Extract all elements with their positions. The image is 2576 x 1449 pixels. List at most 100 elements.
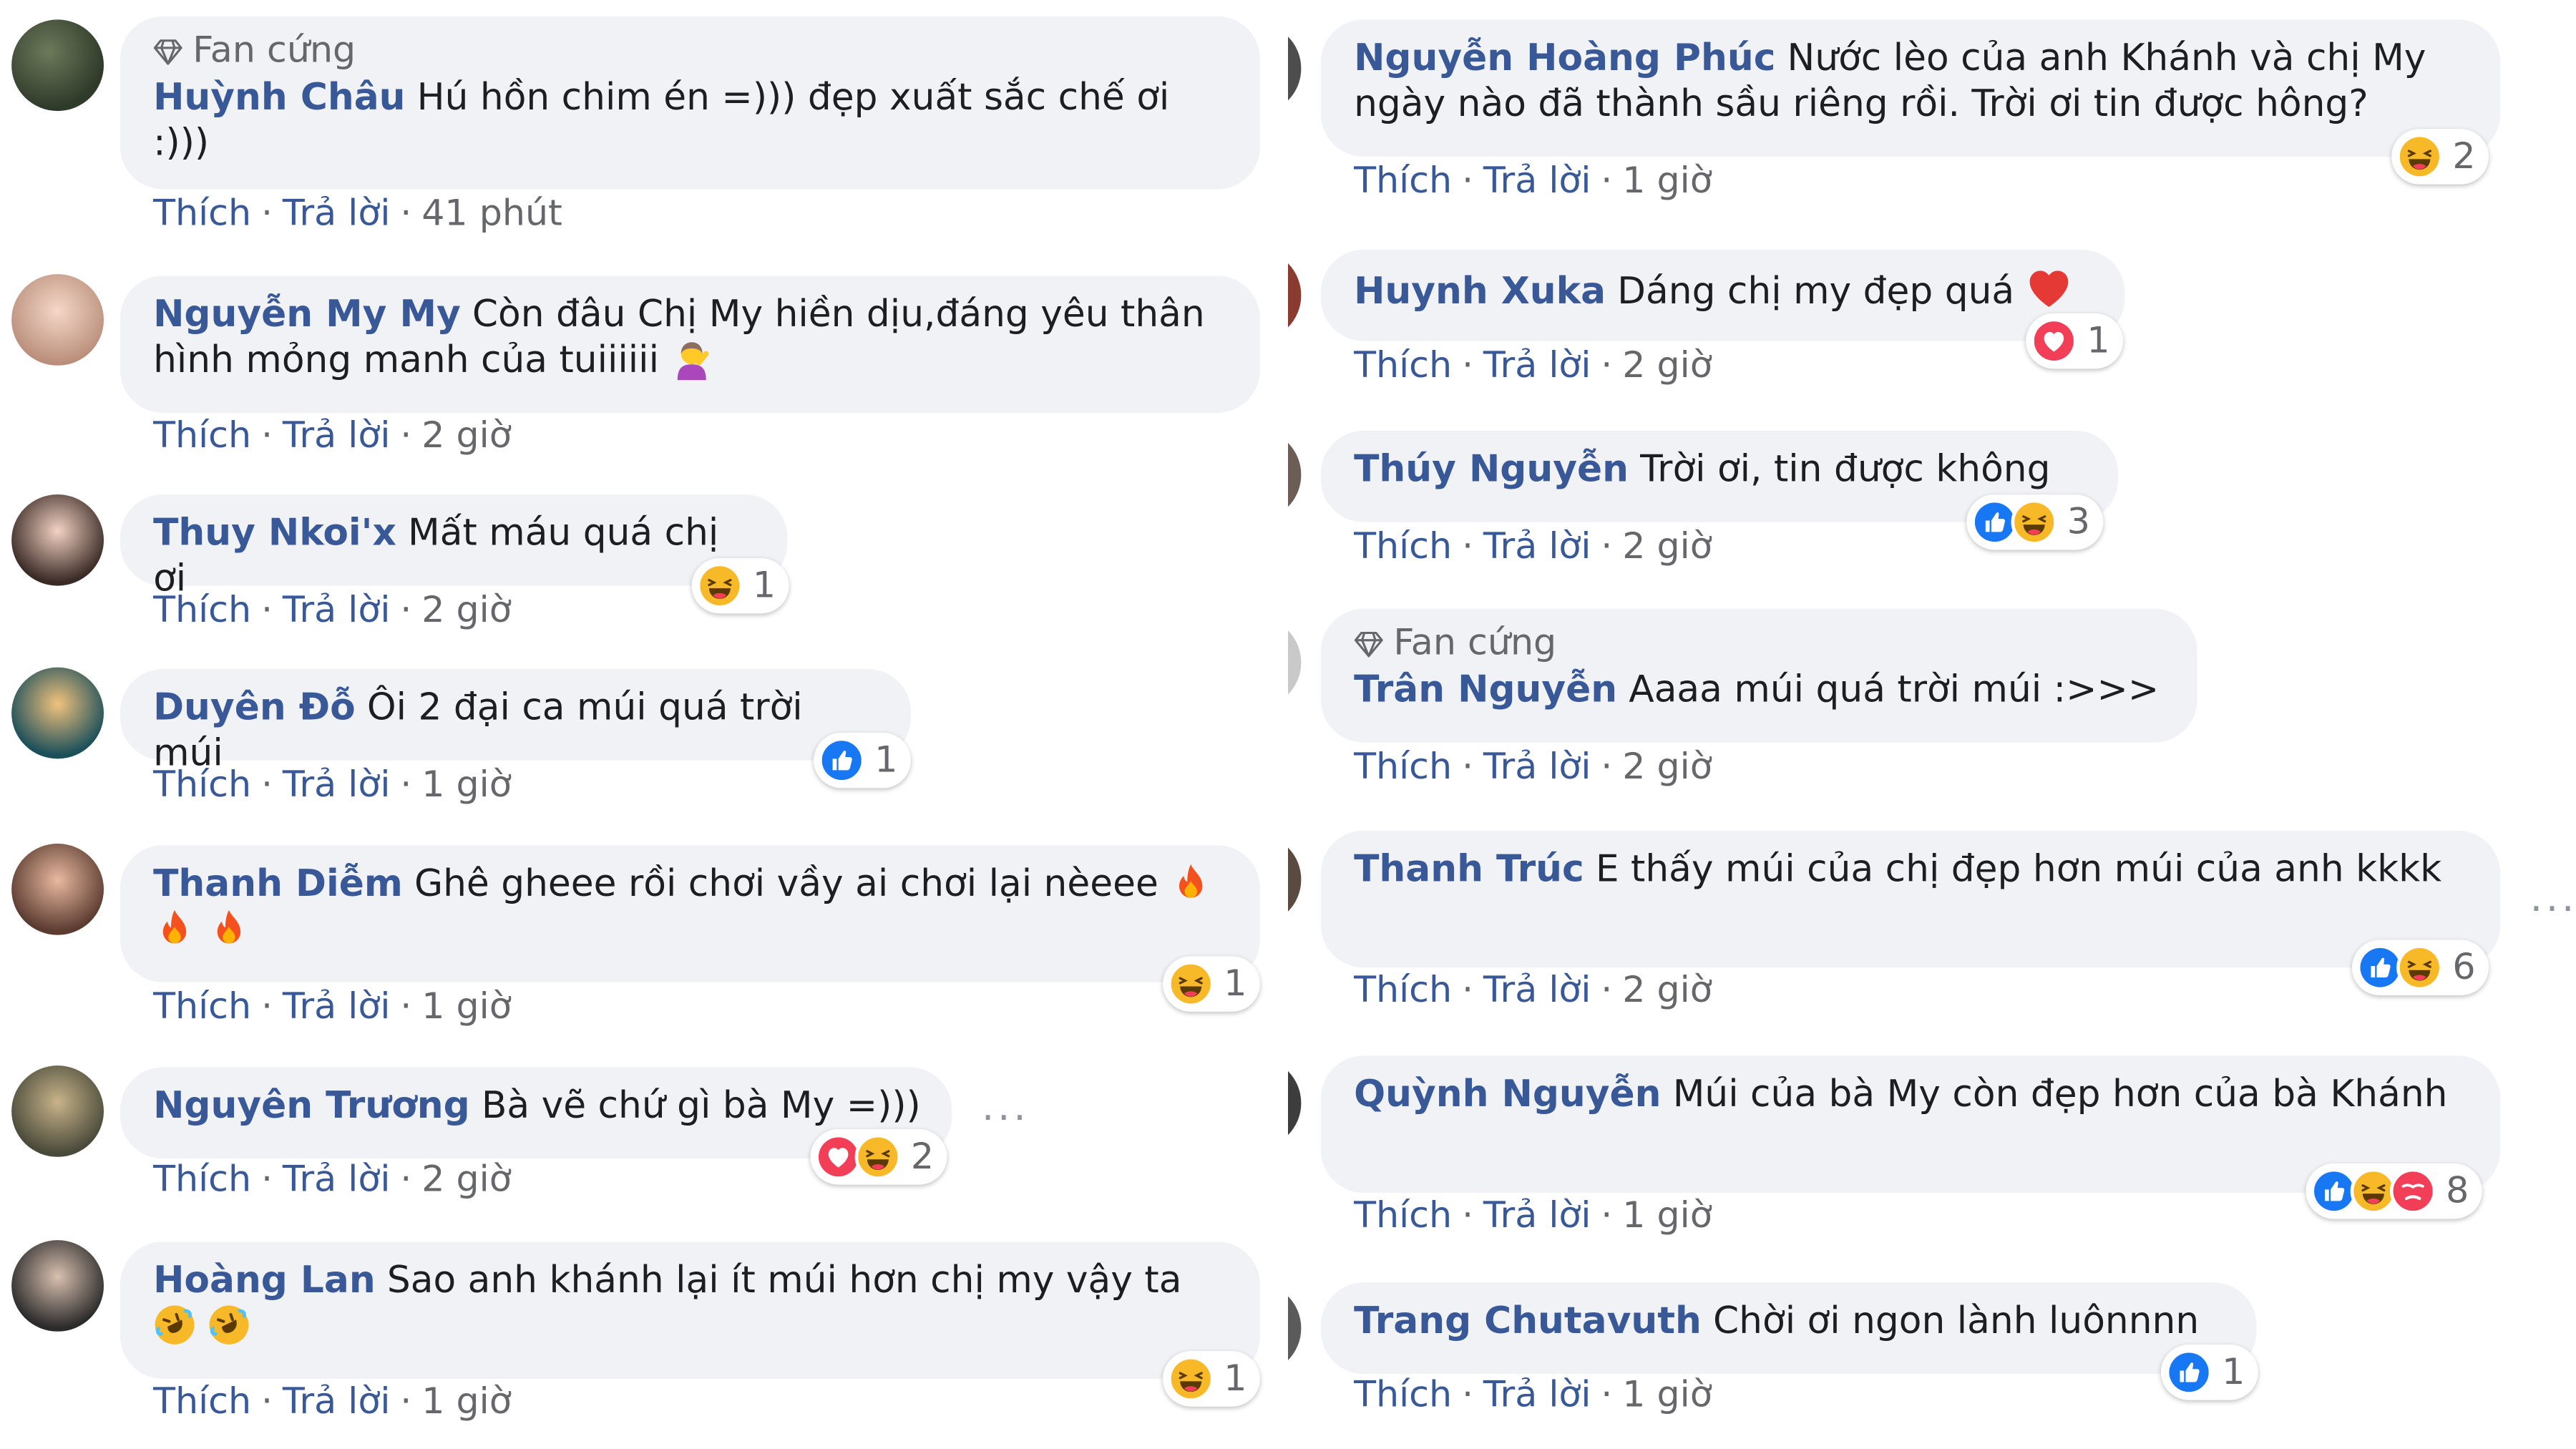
reactions-summary[interactable]: 2: [2391, 129, 2489, 185]
author-name[interactable]: Nguyễn My My: [153, 293, 461, 336]
avatar[interactable]: [1288, 1282, 1302, 1375]
reactions-summary[interactable]: 1: [2160, 1345, 2258, 1400]
comment-actions: Thích · Trả lời · 2 giờ: [153, 590, 512, 632]
reply-link[interactable]: Trả lời: [1483, 747, 1591, 788]
avatar[interactable]: [1288, 1057, 1302, 1149]
like-link[interactable]: Thích: [1354, 1375, 1452, 1416]
like-link[interactable]: Thích: [153, 416, 251, 457]
reply-link[interactable]: Trả lời: [283, 1382, 391, 1423]
timestamp[interactable]: 1 giờ: [421, 766, 512, 806]
like-link[interactable]: Thích: [1354, 346, 1452, 386]
timestamp[interactable]: 2 giờ: [1622, 971, 1712, 1012]
reply-link[interactable]: Trả lời: [283, 766, 391, 806]
avatar[interactable]: [11, 667, 104, 759]
timestamp[interactable]: 1 giờ: [421, 1382, 512, 1423]
comment-text: Sao anh khánh lại ít múi hơn chị my vậy …: [386, 1259, 1182, 1302]
reaction-count: 8: [2446, 1171, 2469, 1212]
avatar[interactable]: [11, 843, 104, 935]
avatar[interactable]: [11, 1065, 104, 1157]
reply-link[interactable]: Trả lời: [1483, 1375, 1591, 1416]
author-name[interactable]: Hoàng Lan: [153, 1259, 376, 1302]
author-name[interactable]: Quỳnh Nguyễn: [1354, 1074, 1662, 1116]
more-options-icon[interactable]: ···: [982, 1098, 1030, 1138]
comment-text: Bà vẽ chứ gì bà My =))): [481, 1085, 921, 1128]
reply-link[interactable]: Trả lời: [1483, 971, 1591, 1012]
timestamp[interactable]: 1 giờ: [1622, 1375, 1712, 1416]
timestamp[interactable]: 2 giờ: [1622, 346, 1712, 386]
author-name[interactable]: Thúy Nguyễn: [1354, 449, 1629, 491]
author-name[interactable]: Nguyễn Hoàng Phúc: [1354, 37, 1775, 79]
timestamp[interactable]: 1 giờ: [1622, 162, 1712, 203]
timestamp[interactable]: 2 giờ: [421, 1160, 512, 1201]
fan-badge: Fan cứng: [1354, 622, 2167, 668]
avatar[interactable]: [1288, 429, 1302, 521]
more-options-icon[interactable]: ···: [2530, 889, 2576, 929]
reactions-summary[interactable]: 3: [1966, 494, 2104, 550]
avatar[interactable]: [1288, 616, 1302, 708]
fire-emoji: [208, 907, 250, 950]
woman-gesturing-emoji: [670, 338, 713, 380]
author-name[interactable]: Nguyên Trương: [153, 1085, 470, 1127]
author-name[interactable]: Trang Chutavuth: [1354, 1300, 1702, 1342]
like-link[interactable]: Thích: [1354, 971, 1452, 1012]
avatar[interactable]: [11, 19, 104, 112]
like-link[interactable]: Thích: [1354, 1196, 1452, 1237]
timestamp[interactable]: 1 giờ: [1622, 1196, 1712, 1237]
like-link[interactable]: Thích: [1354, 747, 1452, 788]
comment-actions: Thích · Trả lời · 1 giờ: [153, 765, 512, 806]
reactions-summary[interactable]: 1: [1163, 956, 1260, 1012]
timestamp[interactable]: 2 giờ: [421, 416, 512, 457]
haha-reaction-icon: [854, 1133, 902, 1180]
like-link[interactable]: Thích: [1354, 162, 1452, 203]
avatar[interactable]: [11, 274, 104, 366]
reaction-count: 1: [2222, 1352, 2245, 1393]
comment-text: Aaaa múi quá trời múi :>>>: [1629, 668, 2160, 712]
avatar[interactable]: [1288, 834, 1302, 925]
reactions-summary[interactable]: 1: [1163, 1351, 1260, 1407]
like-link[interactable]: Thích: [153, 591, 251, 632]
reply-link[interactable]: Trả lời: [1483, 527, 1591, 568]
author-name[interactable]: Duyên Đỗ: [153, 687, 356, 729]
reactions-summary[interactable]: 6: [2351, 940, 2489, 996]
comment-actions: Thích · Trả lời · 1 giờ: [1354, 1375, 1712, 1417]
reply-link[interactable]: Trả lời: [283, 591, 391, 632]
reaction-count: 2: [910, 1136, 935, 1178]
reply-link[interactable]: Trả lời: [1483, 162, 1591, 203]
author-name[interactable]: Huynh Xuka: [1354, 271, 1606, 313]
reaction-count: 6: [2452, 947, 2476, 988]
like-link[interactable]: Thích: [153, 1382, 251, 1423]
like-link[interactable]: Thích: [153, 987, 251, 1028]
avatar[interactable]: [11, 494, 104, 586]
reactions-summary[interactable]: 2: [810, 1129, 947, 1185]
author-name[interactable]: Thanh Diễm: [153, 863, 403, 905]
author-name[interactable]: Thanh Trúc: [1354, 849, 1584, 891]
reactions-summary[interactable]: 1: [691, 557, 789, 614]
timestamp[interactable]: 2 giờ: [1622, 527, 1712, 568]
reply-link[interactable]: Trả lời: [283, 987, 391, 1028]
avatar[interactable]: [1288, 249, 1302, 341]
fire-emoji: [1170, 862, 1213, 904]
timestamp[interactable]: 1 giờ: [421, 987, 512, 1028]
avatar[interactable]: [1288, 22, 1302, 114]
like-link[interactable]: Thích: [153, 1160, 251, 1201]
timestamp[interactable]: 2 giờ: [1622, 747, 1712, 788]
reply-link[interactable]: Trả lời: [1483, 1196, 1591, 1237]
reply-link[interactable]: Trả lời: [283, 1160, 391, 1201]
reply-link[interactable]: Trả lời: [1483, 346, 1591, 386]
comment-actions: Thích · Trả lời · 1 giờ: [153, 1382, 512, 1423]
like-link[interactable]: Thích: [153, 766, 251, 806]
timestamp[interactable]: 2 giờ: [421, 591, 512, 632]
reactions-summary[interactable]: 1: [814, 732, 911, 789]
reply-link[interactable]: Trả lời: [283, 194, 391, 235]
like-link[interactable]: Thích: [153, 194, 251, 235]
author-name[interactable]: Thuy Nkoi'x: [153, 512, 396, 555]
like-link[interactable]: Thích: [1354, 527, 1452, 568]
timestamp[interactable]: 41 phút: [421, 194, 562, 235]
reply-link[interactable]: Trả lời: [283, 416, 391, 457]
author-name[interactable]: Huỳnh Châu: [153, 77, 405, 119]
comment-actions: Thích · Trả lời · 2 giờ: [1354, 747, 1712, 789]
author-name[interactable]: Trân Nguyễn: [1354, 669, 1617, 711]
avatar[interactable]: [11, 1240, 104, 1332]
reactions-summary[interactable]: 1: [2026, 313, 2124, 369]
reactions-summary[interactable]: 8: [2306, 1163, 2482, 1219]
